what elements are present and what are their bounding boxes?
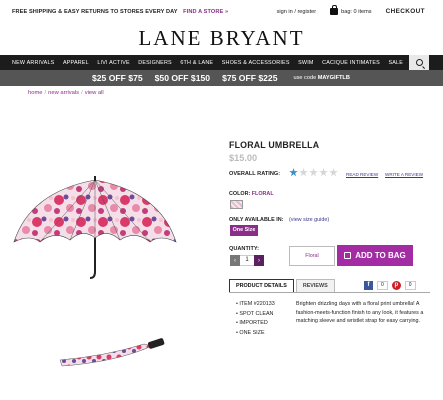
- star-icon[interactable]: [319, 168, 328, 177]
- size-guide-link[interactable]: (view size guide): [289, 217, 329, 223]
- bag-icon: [344, 252, 352, 259]
- facebook-icon[interactable]: f: [364, 281, 373, 290]
- color-swatch-floral[interactable]: [230, 200, 243, 209]
- color-value: FLORAL: [251, 191, 274, 197]
- breadcrumb-view-all[interactable]: view all: [85, 90, 104, 96]
- quantity-label: QUANTITY:: [229, 246, 260, 252]
- read-review-link[interactable]: READ REVIEW: [346, 172, 378, 177]
- rating-stars[interactable]: [289, 168, 338, 177]
- breadcrumb: home / new arrivals / view all: [28, 90, 104, 96]
- breadcrumb-home[interactable]: home: [28, 90, 43, 96]
- detail-item: ONE SIZE: [236, 329, 275, 339]
- product-image-open-umbrella[interactable]: [10, 172, 180, 287]
- chevron-left-icon: ‹: [234, 257, 236, 264]
- availability-label: ONLY AVAILABLE IN:: [229, 217, 284, 223]
- detail-item: SPOT CLEAN: [236, 310, 275, 320]
- offer-3-amount: 225: [263, 73, 278, 83]
- tab-product-details[interactable]: PRODUCT DETAILS: [229, 279, 294, 292]
- search-button[interactable]: [409, 55, 429, 70]
- nav-sale[interactable]: SALE: [388, 60, 403, 66]
- color-label: COLOR: FLORAL: [229, 191, 274, 197]
- nav-cacique[interactable]: CACIQUE INTIMATES: [322, 60, 380, 66]
- sign-in-link[interactable]: sign in / register: [277, 9, 316, 15]
- bag-link[interactable]: bag: 0 items: [330, 5, 372, 15]
- nav-new-arrivals[interactable]: NEW ARRIVALS: [12, 60, 54, 66]
- offer-2-amount: 150: [195, 73, 211, 83]
- offer-details-link[interactable]: details: [239, 370, 251, 380]
- offer-3-prefix: $75 OFF $: [222, 73, 264, 83]
- product-details-list: ITEM #220133 SPOT CLEAN IMPORTED ONE SIZ…: [236, 300, 275, 339]
- color-label-text: COLOR:: [229, 191, 251, 197]
- offer-1-prefix: $25 OFF $: [92, 73, 134, 83]
- offer-banner[interactable]: $25 OFF $75 $50 OFF $150 $75 OFF $225 us…: [0, 70, 443, 377]
- product-description: Brighten drizzling days with a floral pr…: [296, 301, 424, 325]
- detail-item: IMPORTED: [236, 319, 275, 329]
- social-share: f 0 p 0: [364, 281, 416, 290]
- star-icon[interactable]: [329, 168, 338, 177]
- bag-count: bag: 0 items: [341, 8, 372, 15]
- add-to-bag-label: ADD TO BAG: [355, 251, 406, 260]
- nav-swim[interactable]: SWIM: [298, 60, 313, 66]
- site-logo[interactable]: LANE BRYANT: [0, 26, 443, 51]
- tab-reviews[interactable]: REVIEWS: [295, 279, 335, 292]
- product-title: FLORAL UMBRELLA: [229, 140, 320, 150]
- offer-2-prefix: $50 OFF $: [154, 73, 196, 83]
- pinterest-count: 0: [404, 281, 416, 290]
- quantity-stepper: ‹ 1 ›: [230, 255, 264, 266]
- search-icon: [415, 59, 423, 66]
- offer-3: $75 OFF $225: [222, 73, 277, 83]
- product-image-closed-umbrella[interactable]: [56, 334, 184, 370]
- find-store-link[interactable]: FIND A STORE »: [183, 9, 228, 15]
- product-tabs: PRODUCT DETAILS REVIEWS: [229, 279, 337, 292]
- star-icon[interactable]: [299, 168, 308, 177]
- write-review-link[interactable]: WRITE A REVIEW: [385, 172, 423, 177]
- quantity-decrease-button[interactable]: ‹: [230, 255, 240, 266]
- offer-1: $25 OFF $75: [92, 73, 143, 83]
- shipping-promo: FREE SHIPPING & EASY RETURNS TO STORES E…: [12, 9, 228, 15]
- account-links: sign in / register bag: 0 items CHECKOUT: [277, 5, 425, 15]
- size-option-one-size[interactable]: One Size: [230, 225, 258, 236]
- rating-label: OVERALL RATING:: [229, 171, 281, 177]
- quantity-increase-button[interactable]: ›: [254, 255, 264, 266]
- nav-apparel[interactable]: APPAREL: [63, 60, 89, 66]
- promo-text: FREE SHIPPING & EASY RETURNS TO STORES E…: [12, 9, 178, 15]
- main-nav: NEW ARRIVALS APPAREL LIVI ACTIVE DESIGNE…: [0, 55, 443, 70]
- promo-code-label: use code: [293, 75, 317, 81]
- promo-code: use code MAYGIFTLB: [293, 75, 349, 81]
- pinterest-icon[interactable]: p: [391, 281, 401, 290]
- facebook-count: 0: [377, 281, 388, 290]
- nav-livi-active[interactable]: LIVI ACTIVE: [97, 60, 129, 66]
- offer-1-amount: 75: [133, 73, 143, 83]
- detail-item: ITEM #220133: [236, 300, 274, 310]
- chevron-right-icon: ›: [258, 257, 260, 264]
- nav-designers[interactable]: DESIGNERS: [138, 60, 172, 66]
- variant-selector[interactable]: Floral: [289, 246, 335, 266]
- star-icon[interactable]: [289, 168, 298, 177]
- shopping-bag-icon: [330, 5, 339, 15]
- checkout-link[interactable]: CHECKOUT: [386, 8, 425, 15]
- utility-bar: FREE SHIPPING & EASY RETURNS TO STORES E…: [0, 0, 443, 24]
- product-price: $15.00: [229, 153, 258, 163]
- star-icon[interactable]: [309, 168, 318, 177]
- tab-divider: [229, 292, 430, 293]
- breadcrumb-new-arrivals[interactable]: new arrivals: [48, 90, 79, 96]
- nav-6th-lane[interactable]: 6TH & LANE: [180, 60, 213, 66]
- quantity-value[interactable]: 1: [240, 255, 254, 266]
- nav-shoes-accessories[interactable]: SHOES & ACCESSORIES: [222, 60, 290, 66]
- add-to-bag-button[interactable]: ADD TO BAG: [337, 245, 413, 266]
- promo-code-value: MAYGIFTLB: [317, 75, 350, 81]
- offer-2: $50 OFF $150: [155, 73, 210, 83]
